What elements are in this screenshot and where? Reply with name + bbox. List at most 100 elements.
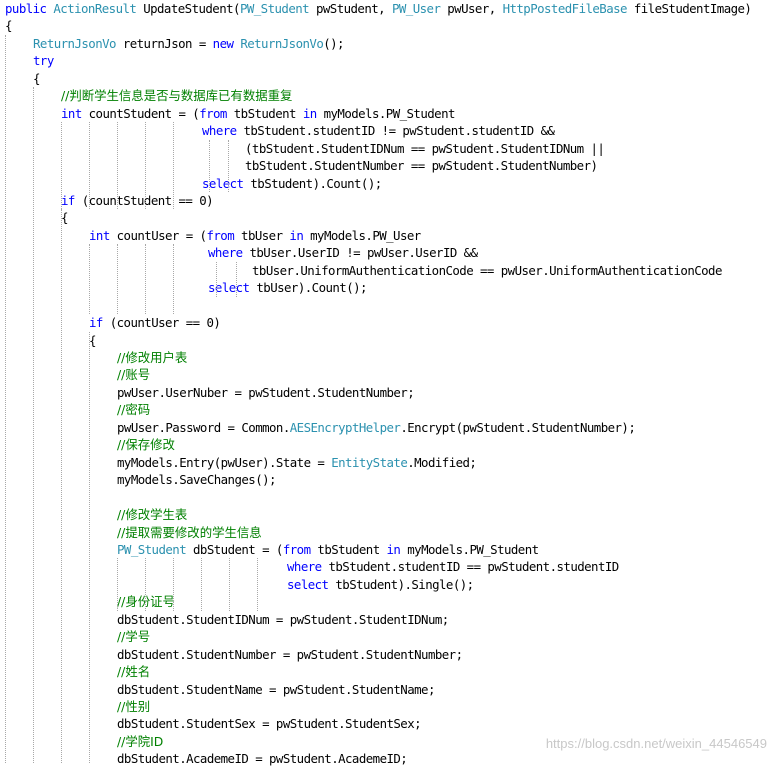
code-token: { bbox=[61, 210, 68, 226]
code-token: ReturnJsonVo bbox=[33, 35, 116, 51]
code-token: PW_Student bbox=[239, 1, 310, 16]
code-token: countStudent = ( bbox=[81, 105, 200, 121]
code-line: //性别 bbox=[117, 698, 150, 715]
code-line: //判断学生信息是否与数据库已有数据重复 bbox=[61, 87, 292, 104]
code-token: tbUser).Count(); bbox=[249, 280, 367, 296]
code-line: //学院ID bbox=[117, 733, 163, 750]
code-line: dbStudent.AcademeID = pwStudent.AcademeI… bbox=[117, 750, 408, 767]
code-editor[interactable]: public ActionResult UpdateStudent(PW_Stu… bbox=[0, 0, 777, 766]
code-token: in bbox=[386, 541, 401, 557]
indent-guide bbox=[89, 122, 90, 210]
code-line: { bbox=[33, 70, 40, 87]
code-token: (countUser == 0) bbox=[102, 315, 221, 331]
code-token: dbStudent.StudentSex = pwStudent.Student… bbox=[117, 716, 422, 732]
code-token: select bbox=[208, 280, 250, 296]
code-token: myModels.PW_Student bbox=[400, 541, 539, 557]
code-token: myModels.PW_User bbox=[303, 227, 421, 243]
code-line: where tbUser.UserID != pwUser.UserID && bbox=[208, 244, 478, 261]
code-token: pwUser.Password = Common. bbox=[117, 419, 290, 435]
indent-guide bbox=[145, 122, 146, 210]
indent-guide bbox=[33, 87, 34, 763]
code-token: select bbox=[287, 576, 329, 592]
code-line: //学号 bbox=[117, 628, 150, 645]
code-token: in bbox=[289, 227, 304, 243]
code-token: where bbox=[202, 123, 237, 139]
code-token: (countStudent == 0) bbox=[74, 192, 214, 208]
code-token: tbStudent.studentID == pwStudent.student… bbox=[321, 559, 619, 575]
code-line: dbStudent.StudentNumber = pwStudent.Stud… bbox=[117, 646, 463, 663]
code-comment: //提取需要修改的学生信息 bbox=[117, 524, 262, 540]
indent-guide bbox=[209, 139, 210, 192]
code-line: myModels.Entry(pwUser).State = EntitySta… bbox=[117, 454, 477, 471]
code-token: if bbox=[61, 192, 75, 208]
indent-guide bbox=[145, 244, 146, 315]
indent-guide bbox=[236, 261, 237, 297]
code-token: myModels.Entry(pwUser).State = bbox=[117, 454, 332, 470]
code-line: tbUser.UniformAuthenticationCode == pwUs… bbox=[252, 262, 722, 279]
code-token: HttpPostedFileBase bbox=[502, 1, 628, 16]
indent-guide bbox=[216, 261, 217, 297]
code-line: //密码 bbox=[117, 401, 150, 418]
code-token: tbUser.UniformAuthenticationCode == pwUs… bbox=[252, 262, 722, 278]
code-line: int countStudent = (from tbStudent in my… bbox=[61, 105, 455, 122]
code-token: pwUser.UserNuber = pwStudent.StudentNumb… bbox=[117, 384, 415, 400]
code-comment: //性别 bbox=[117, 699, 151, 714]
code-token: returnJson = bbox=[115, 35, 213, 51]
indent-guide bbox=[173, 122, 174, 210]
indent-guide bbox=[89, 244, 90, 315]
code-token: where bbox=[208, 245, 243, 261]
code-line: dbStudent.StudentSex = pwStudent.Student… bbox=[117, 715, 422, 732]
code-token: EntityState bbox=[331, 454, 408, 470]
code-token: tbStudent.StudentNumber == pwStudent.Stu… bbox=[245, 158, 598, 174]
code-token: tbStudent bbox=[310, 541, 387, 557]
indent-guide bbox=[61, 209, 62, 763]
code-token: PW_Student bbox=[117, 541, 187, 557]
code-token: fileStudentImage) bbox=[626, 1, 752, 16]
indent-guide bbox=[5, 34, 6, 763]
indent-guide bbox=[228, 139, 229, 192]
code-token: PW_User bbox=[391, 1, 441, 16]
code-line: pwUser.UserNuber = pwStudent.StudentNumb… bbox=[117, 384, 415, 401]
code-line: where tbStudent.studentID != pwStudent.s… bbox=[202, 122, 555, 139]
code-token: tbStudent).Count(); bbox=[243, 175, 382, 191]
indent-guide bbox=[229, 558, 230, 611]
code-line: //账号 bbox=[117, 366, 150, 383]
code-token: (tbStudent.StudentIDNum == pwStudent.Stu… bbox=[245, 140, 605, 156]
watermark: https://blog.csdn.net/weixin_44546549 bbox=[545, 736, 767, 751]
code-token: .Encrypt(pwStudent.StudentNumber); bbox=[400, 419, 636, 435]
code-line: tbStudent.StudentNumber == pwStudent.Stu… bbox=[245, 157, 598, 174]
code-comment: //姓名 bbox=[117, 664, 151, 680]
indent-guide bbox=[89, 331, 90, 763]
code-line: pwUser.Password = Common.AESEncryptHelpe… bbox=[117, 419, 636, 436]
code-token: pwStudent, bbox=[309, 1, 392, 16]
code-line: select tbStudent).Single(); bbox=[287, 576, 474, 593]
code-token: tbStudent).Single(); bbox=[328, 576, 474, 592]
code-token: myModels.PW_Student bbox=[316, 105, 456, 121]
code-comment: //学号 bbox=[117, 629, 151, 645]
code-token: from bbox=[199, 105, 227, 121]
code-token: .Modified; bbox=[407, 454, 477, 470]
code-token: tbStudent bbox=[226, 105, 303, 121]
code-token: int bbox=[89, 227, 110, 243]
code-token: tbStudent.studentID != pwStudent.student… bbox=[236, 123, 555, 139]
code-comment: //修改用户表 bbox=[117, 350, 188, 365]
code-line: if (countUser == 0) bbox=[89, 314, 221, 331]
indent-guide bbox=[61, 122, 62, 210]
code-token: if bbox=[89, 315, 103, 331]
code-line: //提取需要修改的学生信息 bbox=[117, 524, 262, 541]
code-line: public ActionResult UpdateStudent(PW_Stu… bbox=[5, 0, 752, 17]
code-token: ActionResult bbox=[53, 1, 137, 16]
code-token: dbStudent = ( bbox=[186, 541, 283, 557]
code-token: myModels.SaveChanges(); bbox=[117, 472, 276, 488]
indent-guide bbox=[173, 244, 174, 315]
code-token: pwUser, bbox=[440, 1, 503, 16]
code-line: PW_Student dbStudent = (from tbStudent i… bbox=[117, 541, 539, 558]
code-line: myModels.SaveChanges(); bbox=[117, 471, 276, 488]
code-token: UpdateStudent( bbox=[136, 1, 240, 16]
indent-guide bbox=[117, 244, 118, 315]
code-comment: //判断学生信息是否与数据库已有数据重复 bbox=[61, 88, 293, 104]
code-token: dbStudent.StudentIDNum = pwStudent.Stude… bbox=[117, 611, 449, 627]
code-token: { bbox=[5, 18, 12, 34]
code-comment: //保存修改 bbox=[117, 437, 175, 453]
indent-guide bbox=[117, 122, 118, 210]
